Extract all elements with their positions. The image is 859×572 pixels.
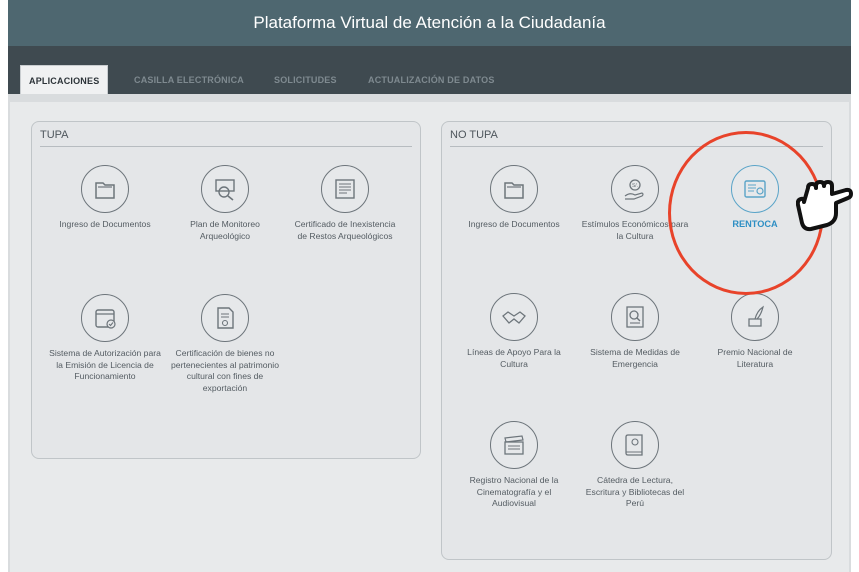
- certificate-document-icon: [321, 165, 369, 213]
- page-title: Plataforma Virtual de Atención a la Ciud…: [253, 13, 606, 32]
- app-catedra-lectura[interactable]: Cátedra de Lectura, Escritura y Bibliote…: [575, 421, 695, 510]
- app-certificado-inexistencia[interactable]: Certificado de Inexistencia de Restos Ar…: [285, 165, 405, 242]
- app-premio-literatura[interactable]: Premio Nacional de Literatura: [695, 293, 815, 370]
- tab-casilla-electronica[interactable]: CASILLA ELECTRÓNICA: [126, 66, 252, 94]
- book-icon: [611, 421, 659, 469]
- app-label: Ingreso de Documentos: [468, 219, 560, 229]
- app-lineas-apoyo[interactable]: Líneas de Apoyo Para la Cultura: [454, 293, 574, 370]
- document-seal-icon: [201, 294, 249, 342]
- tupa-title: TUPA: [40, 129, 412, 147]
- clapperboard-icon: [490, 421, 538, 469]
- tab-solicitudes[interactable]: SOLICITUDES: [266, 66, 345, 94]
- tab-bar: APLICACIONES CASILLA ELECTRÓNICA SOLICIT…: [8, 46, 851, 96]
- currency-badge: S/.: [632, 183, 638, 189]
- pointer-hand-icon: [796, 180, 853, 232]
- app-certificacion-bienes[interactable]: Certificación de bienes no perteneciente…: [165, 294, 285, 394]
- app-label: Ingreso de Documentos: [59, 219, 151, 229]
- app-label: Sistema de Medidas de Emergencia: [590, 347, 680, 369]
- tab-aplicaciones[interactable]: APLICACIONES: [20, 65, 109, 96]
- app-label: Sistema de Autorización para la Emisión …: [49, 348, 161, 381]
- app-ingreso-documentos-tupa[interactable]: Ingreso de Documentos: [45, 165, 165, 231]
- app-label: Plan de Monitoreo Arqueológico: [190, 219, 260, 241]
- app-registro-cinematografia[interactable]: Registro Nacional de la Cinematografía y…: [454, 421, 574, 510]
- tab-actualizacion-de-datos[interactable]: ACTUALIZACIÓN DE DATOS: [360, 66, 503, 94]
- folder-icon: [81, 165, 129, 213]
- ink-quill-icon: [731, 293, 779, 341]
- folder-icon: [490, 165, 538, 213]
- handshake-icon: [490, 293, 538, 341]
- header-bar: Plataforma Virtual de Atención a la Ciud…: [8, 0, 851, 46]
- app-label: Certificación de bienes no perteneciente…: [171, 348, 279, 393]
- app-label: Certificado de Inexistencia de Restos Ar…: [294, 219, 396, 241]
- app-plan-monitoreo[interactable]: Plan de Monitoreo Arqueológico: [165, 165, 285, 242]
- money-hand-icon: S/.: [611, 165, 659, 213]
- app-sistema-autorizacion[interactable]: Sistema de Autorización para la Emisión …: [45, 294, 165, 383]
- app-medidas-emergencia[interactable]: Sistema de Medidas de Emergencia: [575, 293, 695, 370]
- calendar-check-icon: [81, 294, 129, 342]
- tupa-panel: TUPA Ingreso de Documentos Plan de Monit…: [31, 121, 421, 459]
- app-label: Líneas de Apoyo Para la Cultura: [467, 347, 561, 369]
- app-label: Premio Nacional de Literatura: [717, 347, 793, 369]
- emergency-search-icon: [611, 293, 659, 341]
- magnifier-monitor-icon: [201, 165, 249, 213]
- app-label: Cátedra de Lectura, Escritura y Bibliote…: [585, 475, 685, 508]
- app-ingreso-documentos-notupa[interactable]: Ingreso de Documentos: [454, 165, 574, 231]
- app-label: Registro Nacional de la Cinematografía y…: [469, 475, 559, 508]
